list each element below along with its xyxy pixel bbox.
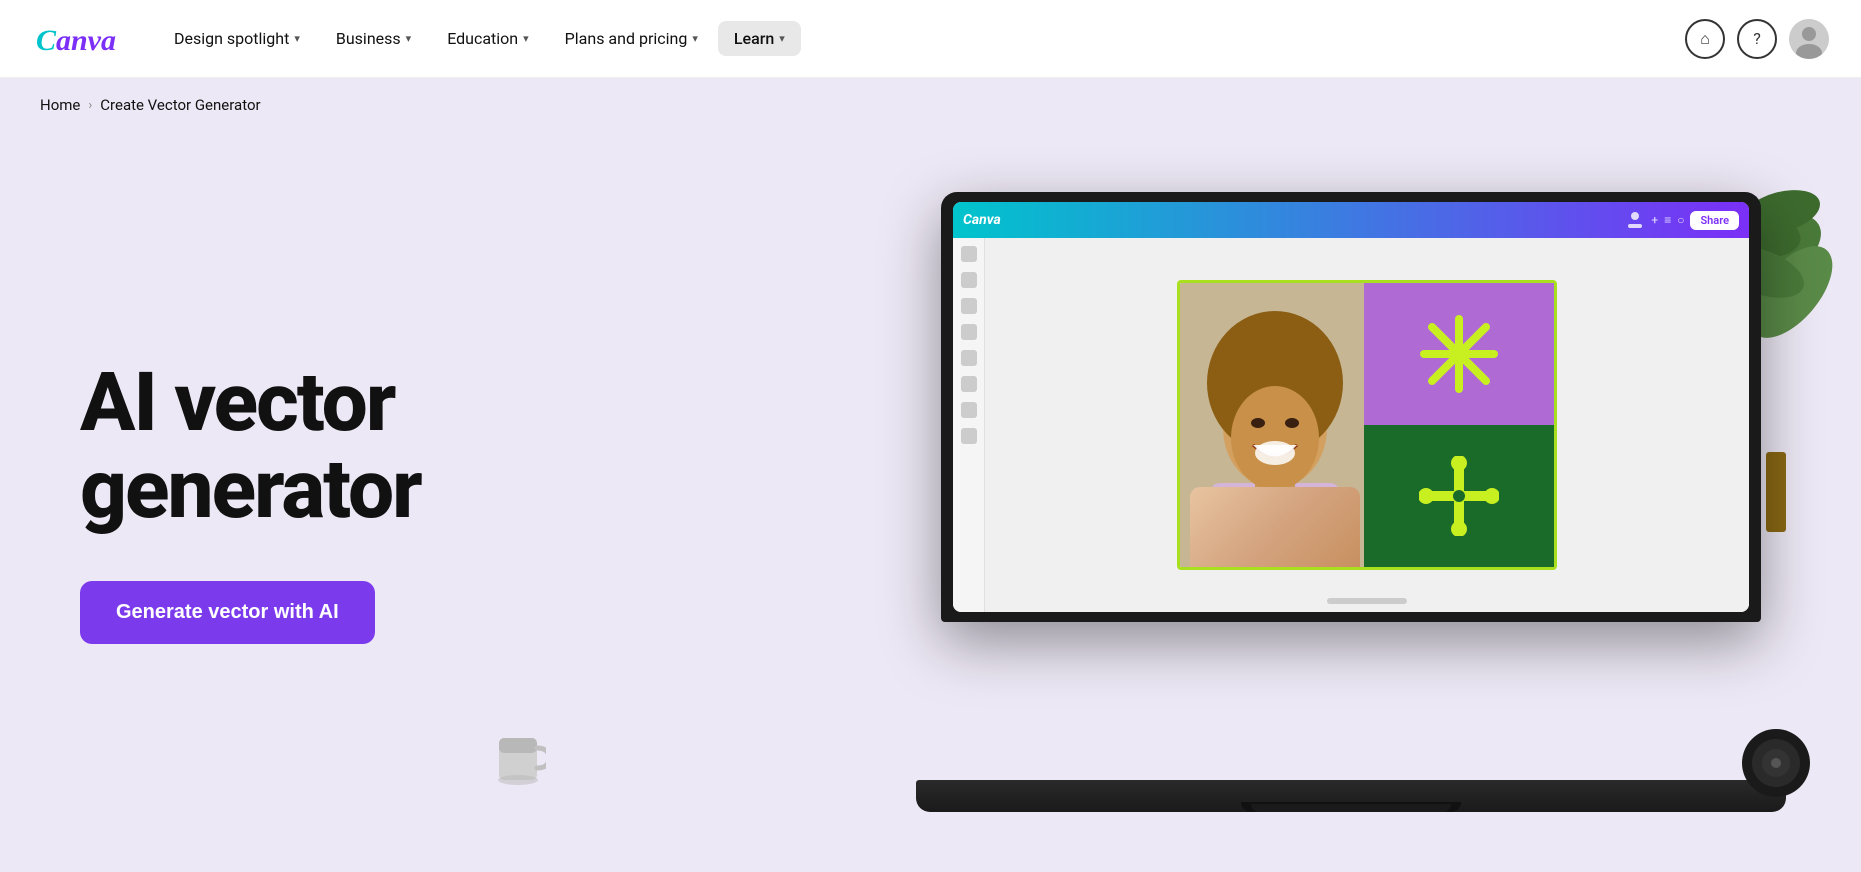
nav-right: ⌂ ? [1685, 19, 1829, 59]
design-photo-content [1180, 283, 1370, 567]
navbar: C anva Design spotlight ▾ Business ▾ Edu… [0, 0, 1861, 78]
hero-section: AI vector generator Generate vector with… [0, 132, 1861, 872]
canva-topbar-right: + ≡ ○ Share [1625, 210, 1739, 230]
help-button[interactable]: ? [1737, 19, 1777, 59]
mug-decoration [491, 723, 546, 792]
canva-canvas-area [985, 238, 1749, 612]
svg-text:C: C [36, 24, 57, 57]
breadcrumb-home[interactable]: Home [40, 96, 80, 114]
design-panels [1364, 283, 1554, 567]
canva-body [953, 238, 1749, 612]
laptop-base [916, 780, 1786, 812]
vinyl-decoration [1741, 728, 1811, 802]
chevron-down-icon: ▾ [779, 32, 785, 45]
hero-title-line2: generator [80, 442, 421, 538]
breadcrumb-current: Create Vector Generator [100, 96, 260, 114]
nav-links: Design spotlight ▾ Business ▾ Education … [158, 21, 1685, 56]
sidebar-tool-4 [961, 324, 977, 340]
hero-title-line1: AI vector [80, 355, 394, 451]
svg-text:anva: anva [56, 24, 116, 57]
learn-label: Learn [734, 29, 774, 48]
design-panel-crosshair [1364, 425, 1554, 567]
nav-plans-pricing[interactable]: Plans and pricing ▾ [549, 21, 714, 56]
sidebar-tool-6 [961, 376, 977, 392]
business-label: Business [336, 29, 401, 48]
sidebar-tool-8 [961, 428, 977, 444]
breadcrumb: Home › Create Vector Generator [0, 78, 1861, 132]
hero-title: AI vector generator [80, 360, 421, 532]
design-spotlight-label: Design spotlight [174, 29, 289, 48]
canva-topbar-logo: Canva [963, 212, 1001, 228]
nav-education[interactable]: Education ▾ [431, 21, 544, 56]
generate-vector-button[interactable]: Generate vector with AI [80, 581, 375, 644]
home-button[interactable]: ⌂ [1685, 19, 1725, 59]
laptop-lid: Canva + ≡ ○ Share [941, 192, 1761, 622]
laptop-screen: Canva + ≡ ○ Share [953, 202, 1749, 612]
canva-interface: Canva + ≡ ○ Share [953, 202, 1749, 612]
hero-right: Canva + ≡ ○ Share [461, 192, 1821, 812]
design-panel-snowflake [1364, 283, 1554, 425]
help-icon: ? [1753, 29, 1761, 48]
chevron-down-icon: ▾ [523, 32, 529, 45]
sidebar-tool-7 [961, 402, 977, 418]
chevron-down-icon: ▾ [406, 32, 412, 45]
sidebar-tool-2 [961, 272, 977, 288]
home-icon: ⌂ [1700, 29, 1710, 49]
sidebar-tool-3 [961, 298, 977, 314]
chevron-down-icon: ▾ [692, 32, 698, 45]
nav-business[interactable]: Business ▾ [320, 21, 427, 56]
sidebar-tool-5 [961, 350, 977, 366]
canva-topbar: Canva + ≡ ○ Share [953, 202, 1749, 238]
education-label: Education [447, 29, 518, 48]
laptop-illustration: Canva + ≡ ○ Share [941, 192, 1761, 812]
breadcrumb-separator: › [88, 98, 92, 113]
sidebar-tool-1 [961, 246, 977, 262]
canva-sidebar [953, 238, 985, 612]
plans-pricing-label: Plans and pricing [565, 29, 688, 48]
hero-left: AI vector generator Generate vector with… [80, 360, 461, 643]
canva-logo[interactable]: C anva [32, 20, 122, 58]
nav-design-spotlight[interactable]: Design spotlight ▾ [158, 21, 316, 56]
user-avatar[interactable] [1789, 19, 1829, 59]
nav-learn[interactable]: Learn ▾ [718, 21, 801, 56]
chevron-down-icon: ▾ [294, 32, 300, 45]
canva-share-button[interactable]: Share [1690, 211, 1739, 230]
canva-design-preview [1177, 280, 1557, 570]
design-photo-panel [1180, 283, 1370, 567]
